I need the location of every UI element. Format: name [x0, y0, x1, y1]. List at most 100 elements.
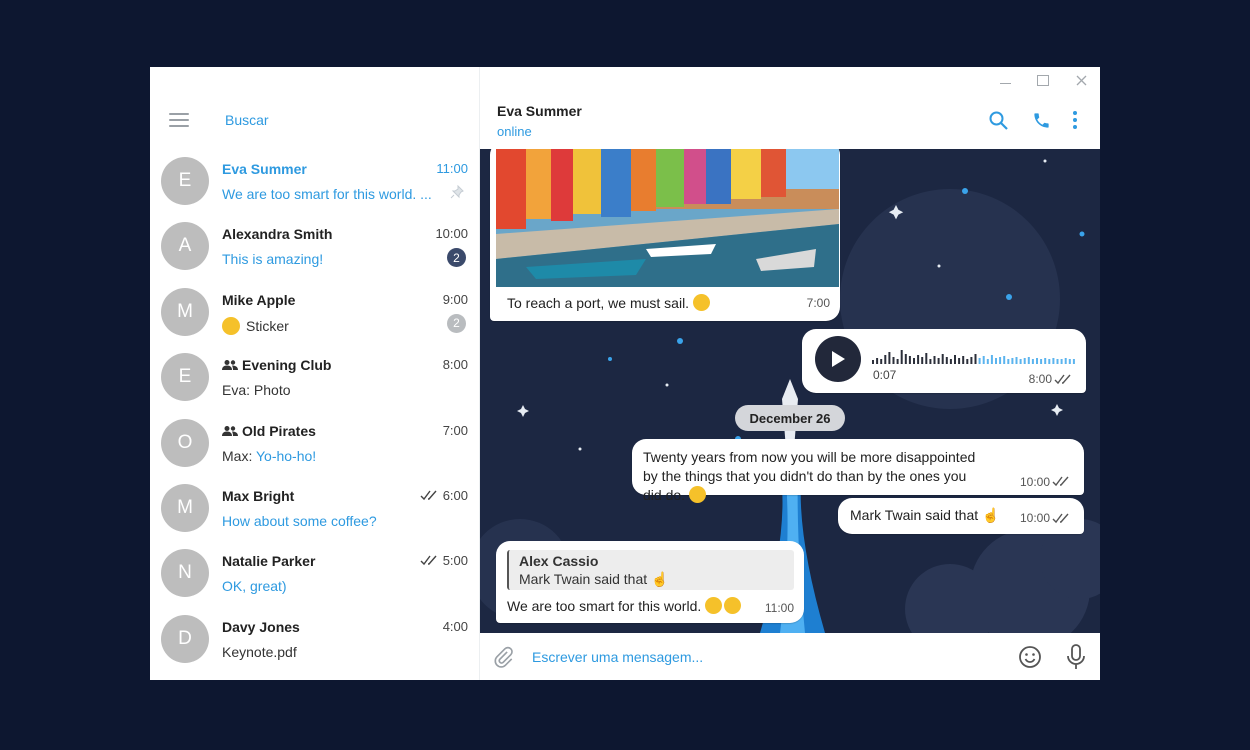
avatar: N	[161, 549, 209, 598]
minimize-button[interactable]	[986, 67, 1024, 93]
call-button[interactable]	[1030, 109, 1052, 131]
maximize-button[interactable]	[1024, 67, 1062, 93]
hamburger-line	[169, 119, 189, 121]
avatar: E	[161, 353, 209, 402]
play-button[interactable]	[815, 336, 861, 382]
joy-emoji-icon	[724, 597, 742, 614]
outgoing-message[interactable]: Mark Twain said that ☝ 10:00	[838, 498, 1084, 534]
search-input[interactable]	[225, 109, 425, 131]
pointing-up-emoji-icon: ☝	[982, 507, 1000, 523]
grinning-emoji-icon	[222, 316, 240, 335]
preview-sender: Max:	[222, 447, 253, 464]
waveform-bar	[925, 353, 928, 364]
photo-message[interactable]: To reach a port, we must sail. 7:00	[490, 149, 840, 321]
minimize-icon	[999, 82, 1011, 84]
waveform-bar	[982, 356, 985, 364]
waveform-bar	[1044, 358, 1047, 364]
photo-image[interactable]	[496, 149, 839, 287]
reply-quote-box[interactable]: Alex Cassio Mark Twain said that ☝	[507, 550, 794, 590]
maximize-icon	[1037, 74, 1049, 86]
reply-quoted-content: Mark Twain said that	[519, 571, 648, 587]
chat-time: 4:00	[442, 618, 468, 634]
waveform-bar	[1019, 359, 1022, 364]
chat-item-max-bright[interactable]: M Max Bright 6:00 How about some coffee?	[150, 476, 479, 541]
sunglasses-emoji-icon	[693, 294, 711, 311]
waveform-bar	[954, 355, 956, 364]
chat-time: 6:00	[420, 488, 468, 503]
chat-preview: This is amazing!	[222, 251, 324, 268]
emoji-icon[interactable]	[1018, 645, 1042, 669]
attach-icon[interactable]	[492, 646, 514, 668]
waveform-bar	[1068, 359, 1071, 364]
voice-waveform[interactable]	[872, 344, 1077, 364]
microphone-icon[interactable]	[1065, 644, 1087, 670]
search-button[interactable]	[987, 109, 1009, 131]
waveform-bar	[966, 359, 969, 364]
incoming-reply-message[interactable]: Alex Cassio Mark Twain said that ☝ We are…	[496, 541, 804, 623]
sidebar-top	[150, 67, 479, 149]
close-window-button[interactable]	[1062, 67, 1100, 93]
waveform-bar	[941, 354, 944, 364]
waveform-bar	[900, 350, 903, 364]
chat-item-eva-summer[interactable]: E Eva Summer 11:00 We are too smart for …	[150, 149, 479, 214]
chat-name: Mike Apple	[222, 291, 296, 308]
chat-preview: OK, great)	[222, 578, 287, 595]
message-text-content: Mark Twain said that	[850, 507, 979, 523]
avatar: E	[161, 157, 209, 205]
search-icon	[989, 111, 1008, 130]
double-check-icon	[1054, 374, 1071, 385]
chat-time-text: 5:00	[442, 553, 468, 569]
chat-time: 5:00	[420, 553, 468, 568]
reply-quoted-text: Mark Twain said that ☝	[519, 571, 669, 588]
waveform-bar	[1003, 356, 1006, 364]
play-icon	[832, 351, 845, 367]
pointing-up-emoji-icon: ☝	[651, 571, 669, 587]
preview-text: Yo-ho-ho!	[255, 447, 317, 464]
chat-name-text: Old Pirates	[242, 422, 316, 439]
waveform-bar	[933, 356, 936, 364]
more-options-button[interactable]	[1064, 109, 1086, 131]
avatar: M	[161, 483, 209, 532]
waveform-bar	[1056, 359, 1059, 364]
chat-item-alexandra-smith[interactable]: A Alexandra Smith 10:00 This is amazing!…	[150, 214, 479, 279]
avatar: A	[161, 222, 209, 271]
double-check-icon	[1052, 513, 1069, 524]
chat-item-mike-apple[interactable]: M Mike Apple 9:00 Sticker 2	[150, 280, 479, 345]
waveform-bar	[1015, 357, 1018, 364]
waveform-bar	[872, 360, 874, 364]
chat-sidebar: E Eva Summer 11:00 We are too smart for …	[150, 67, 480, 680]
waveform-bar	[990, 355, 993, 364]
avatar: M	[161, 287, 209, 336]
chat-preview: Sticker	[222, 316, 437, 335]
hamburger-icon	[169, 113, 189, 115]
chat-name: Old Pirates	[222, 423, 316, 439]
waveform-bar	[888, 352, 891, 364]
photo-caption: To reach a port, we must sail.	[507, 294, 711, 311]
waveform-bar	[929, 359, 932, 364]
chat-messages-area[interactable]: To reach a port, we must sail. 7:00 0:07…	[480, 149, 1100, 633]
message-time: 8:00	[1028, 372, 1052, 386]
waveform-bar	[913, 358, 915, 364]
double-check-icon	[1052, 476, 1069, 487]
menu-button[interactable]	[169, 113, 189, 127]
chat-item-evening-club[interactable]: E Evening Club 8:00 Eva: Photo	[150, 345, 479, 410]
waveform-bar	[978, 358, 981, 364]
chat-item-davy-jones[interactable]: D Davy Jones 4:00 Keynote.pdf	[150, 607, 479, 672]
photo-caption-text: To reach a port, we must sail.	[507, 295, 690, 311]
waveform-bar	[1060, 359, 1063, 364]
message-text: Mark Twain said that ☝	[850, 507, 1000, 524]
peer-name[interactable]: Eva Summer	[497, 103, 582, 119]
rofl-emoji-icon	[705, 597, 723, 614]
chat-preview: How about some coffee?	[222, 512, 377, 529]
outgoing-message[interactable]: Twenty years from now you will be more d…	[632, 439, 1084, 503]
chat-list: E Eva Summer 11:00 We are too smart for …	[150, 149, 479, 672]
chat-item-old-pirates[interactable]: O Old Pirates 7:00 Max: Yo-ho-ho!	[150, 411, 479, 476]
message-input[interactable]	[532, 646, 972, 668]
chat-time: 9:00	[442, 291, 468, 307]
waveform-bar	[1023, 358, 1026, 364]
chat-time: 7:00	[442, 422, 468, 438]
message-composer	[480, 633, 1100, 680]
more-vertical-icon	[1073, 111, 1077, 129]
chat-item-natalie-parker[interactable]: N Natalie Parker 5:00 OK, great)	[150, 541, 479, 606]
chat-time: 10:00	[435, 226, 468, 242]
